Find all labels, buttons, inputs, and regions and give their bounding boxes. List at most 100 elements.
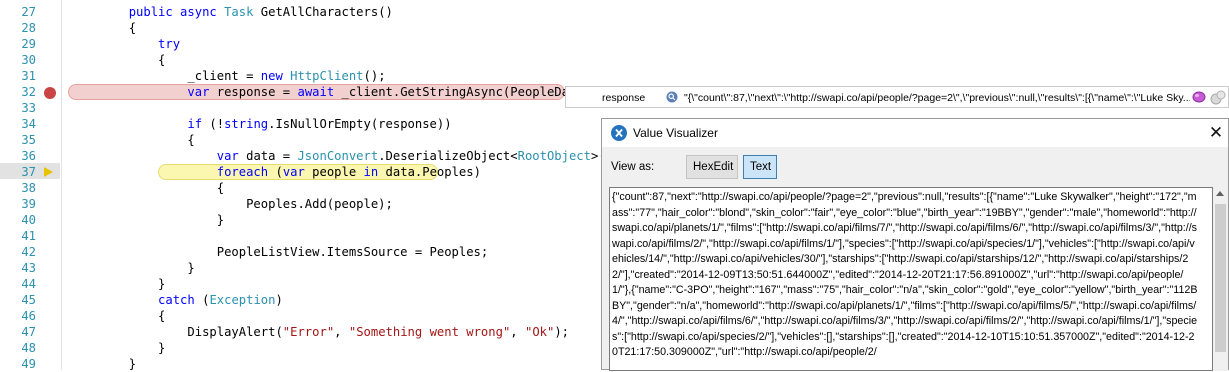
code-token: "Error" xyxy=(282,325,335,339)
code-text: { xyxy=(70,20,136,36)
line-number: 45 xyxy=(21,293,36,307)
code-line[interactable]: 37 foreach (var people in data.Peoples) xyxy=(0,164,600,180)
value-visualizer-window[interactable]: Value Visualizer ✕ View as: HexEdit Text… xyxy=(601,118,1229,371)
code-line[interactable]: 30 { xyxy=(0,52,600,68)
code-line[interactable]: 44 } xyxy=(0,276,600,292)
text-button[interactable]: Text xyxy=(743,155,777,179)
line-number: 28 xyxy=(21,21,36,35)
code-token: JsonConvert xyxy=(297,149,379,163)
line-number: 48 xyxy=(21,341,36,355)
gear-icon[interactable] xyxy=(1210,90,1226,105)
code-token: ( xyxy=(194,293,210,307)
code-token: response = xyxy=(209,85,298,99)
code-token: .DeserializeObject< xyxy=(378,149,518,163)
code-line[interactable]: 34 if (!string.IsNullOrEmpty(response)) xyxy=(0,116,600,132)
code-token: string xyxy=(224,117,269,131)
visualizer-titlebar[interactable]: Value Visualizer ✕ xyxy=(602,119,1228,147)
code-line[interactable]: 45 catch (Exception) xyxy=(0,292,600,308)
code-token: Peoples.Add(people); xyxy=(70,197,393,211)
code-line[interactable]: 43 } xyxy=(0,260,600,276)
code-token: var xyxy=(70,85,210,99)
code-token: data.Peoples) xyxy=(378,165,481,179)
code-text: } xyxy=(70,276,165,292)
code-text: _client = new HttpClient(); xyxy=(70,68,385,84)
code-line[interactable]: 28 { xyxy=(0,20,600,36)
code-text: } xyxy=(70,340,165,356)
code-line[interactable]: 33 xyxy=(0,100,600,116)
line-number: 30 xyxy=(21,53,36,67)
code-token: ); xyxy=(554,325,570,339)
line-number: 36 xyxy=(21,149,36,163)
code-token: ) xyxy=(275,293,283,307)
code-token: } xyxy=(70,341,166,355)
code-text: if (!string.IsNullOrEmpty(response)) xyxy=(70,116,451,132)
scrollbar-thumb[interactable] xyxy=(1215,204,1226,352)
pin-icon[interactable] xyxy=(1192,91,1206,103)
code-line[interactable]: 46 { xyxy=(0,308,600,324)
code-token: "Ok" xyxy=(524,325,555,339)
code-token: , xyxy=(510,325,525,339)
code-token: } xyxy=(70,261,195,275)
code-token: PeopleListView.ItemsSource = Peoples; xyxy=(70,245,489,259)
code-line[interactable]: 48 } xyxy=(0,340,600,356)
hexedit-button[interactable]: HexEdit xyxy=(686,155,738,179)
code-line[interactable]: 40 } xyxy=(0,212,600,228)
visualizer-text-area[interactable]: {"count":87,"next":"http://swapi.co/api/… xyxy=(609,187,1213,371)
code-token: { xyxy=(70,21,137,35)
visualizer-title: Value Visualizer xyxy=(633,126,718,140)
code-text: { xyxy=(70,308,165,324)
code-token: } xyxy=(70,277,166,291)
code-token: DisplayAlert( xyxy=(70,325,283,339)
line-number: 38 xyxy=(21,181,36,195)
code-token: new xyxy=(260,69,291,83)
close-button[interactable]: ✕ xyxy=(1206,121,1226,145)
data-tip[interactable]: response "{\"count\":87,\"next\":\"http:… xyxy=(565,86,1229,108)
code-text: { xyxy=(70,52,165,68)
line-number: 41 xyxy=(21,229,36,243)
code-line[interactable]: 31 _client = new HttpClient(); xyxy=(0,68,600,84)
code-token: ( xyxy=(268,165,283,179)
line-number: 46 xyxy=(21,309,36,323)
line-number: 33 xyxy=(21,101,36,115)
code-line[interactable]: 38 { xyxy=(0,180,600,196)
code-text: catch (Exception) xyxy=(70,292,283,308)
code-token: catch xyxy=(70,293,195,307)
code-token: var xyxy=(70,149,239,163)
code-text: var response = await _client.GetStringAs… xyxy=(70,84,620,100)
code-token: , xyxy=(334,325,349,339)
code-line[interactable]: 35 { xyxy=(0,132,600,148)
code-text: DisplayAlert("Error", "Something went wr… xyxy=(70,324,569,340)
code-token: { xyxy=(70,309,166,323)
line-number: 47 xyxy=(21,325,36,339)
xamarin-logo-icon xyxy=(611,125,627,141)
code-text: var data = JsonConvert.DeserializeObject… xyxy=(70,148,657,164)
line-number: 37 xyxy=(21,165,36,179)
code-line[interactable]: 42 PeopleListView.ItemsSource = Peoples; xyxy=(0,244,600,260)
code-token: "Something went wrong" xyxy=(348,325,511,339)
code-text: } xyxy=(70,212,224,228)
code-text: { xyxy=(70,132,194,148)
code-line[interactable]: 47 DisplayAlert("Error", "Something went… xyxy=(0,324,600,340)
code-token: foreach xyxy=(70,165,269,179)
code-token: } xyxy=(70,213,225,227)
code-line[interactable]: 27 public async Task GetAllCharacters() xyxy=(0,4,600,20)
code-text: PeopleListView.ItemsSource = Peoples; xyxy=(70,244,489,260)
code-token: await xyxy=(297,85,335,99)
vertical-scrollbar[interactable] xyxy=(1213,187,1228,371)
code-token: public async xyxy=(70,5,225,19)
scroll-up-arrow-icon[interactable] xyxy=(1216,191,1224,196)
code-token: people xyxy=(304,165,364,179)
code-token: if xyxy=(70,117,203,131)
code-line[interactable]: 39 Peoples.Add(people); xyxy=(0,196,600,212)
code-line[interactable]: 41 xyxy=(0,228,600,244)
code-line[interactable]: 29 try xyxy=(0,36,600,52)
code-line[interactable]: 36 var data = JsonConvert.DeserializeObj… xyxy=(0,148,657,164)
code-token: Exception xyxy=(209,293,276,307)
line-number: 31 xyxy=(21,69,36,83)
code-text: public async Task GetAllCharacters() xyxy=(70,4,393,20)
line-number: 35 xyxy=(21,133,36,147)
code-line[interactable]: 32 var response = await _client.GetStrin… xyxy=(0,84,620,100)
visualizer-magnifier-icon[interactable] xyxy=(666,91,678,103)
code-text: } xyxy=(70,260,195,276)
datatip-value: "{\"count\":87,\"next\":\"http://swapi.c… xyxy=(684,92,1190,104)
